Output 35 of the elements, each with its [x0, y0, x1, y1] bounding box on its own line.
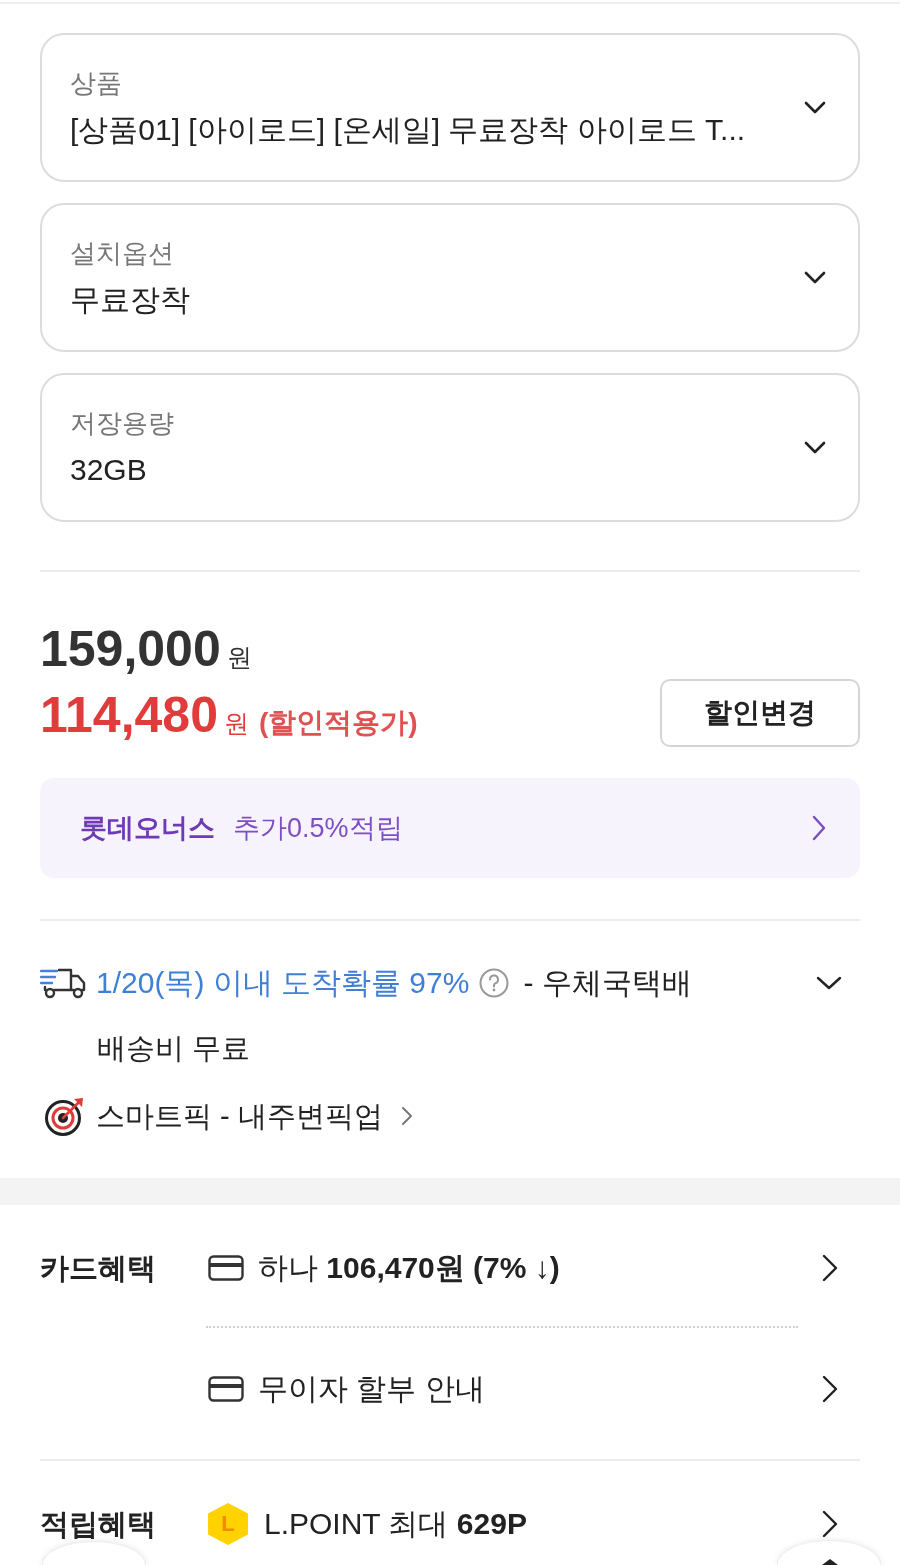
chevron-down-icon [804, 101, 826, 114]
dropdown-field[interactable]: 저장용량 32GB [40, 373, 860, 522]
caret-up-icon [822, 1559, 838, 1565]
currency-unit: 원 [224, 708, 249, 738]
dropdown-field[interactable]: 설치옵션 무료장착 [40, 203, 860, 352]
credit-card-icon [208, 1376, 244, 1402]
chevron-down-icon [804, 441, 826, 454]
pickup-link[interactable]: 스마트픽 - 내주변픽업 [96, 1096, 383, 1136]
sale-price: 114,480 [40, 689, 218, 741]
benefit-link[interactable]: 무이자 할부 안내 [258, 1371, 485, 1407]
chevron-right-icon [822, 1375, 838, 1403]
benefit-link[interactable]: 하나 106,470원 (7% ↓) [258, 1250, 560, 1286]
shipping-fee: 배송비 무료 [97, 1031, 251, 1066]
membership-banner[interactable]: 롯데오너스 추가0.5%적립 [40, 778, 860, 878]
chevron-right-icon [400, 1106, 413, 1126]
discount-note: (할인적용가) [259, 706, 418, 740]
carrier-name: - 우체국택배 [523, 965, 692, 1001]
truck-icon [40, 967, 86, 999]
delivery-estimate: 1/20(목) 이내 도착확률 97% [96, 965, 470, 1001]
target-icon [44, 1095, 86, 1137]
credit-card-icon [208, 1255, 244, 1281]
benefit-link[interactable]: L.POINT 최대 629P [264, 1506, 527, 1542]
dropdown-field[interactable]: 상품 [상품01] [아이로드] [온세일] 무료장착 아이로드 T... [40, 33, 860, 182]
chevron-right-icon [822, 1510, 838, 1538]
lpoint-logo: L [208, 1503, 248, 1545]
benefit-title: 카드혜택 [40, 1251, 156, 1286]
help-icon[interactable] [479, 968, 510, 998]
chevron-right-icon [822, 1254, 838, 1282]
chevron-down-icon[interactable] [816, 976, 842, 990]
benefit-title: 적립혜택 [40, 1507, 156, 1542]
change-discount-button[interactable]: 할인변경 [660, 679, 860, 747]
chevron-right-icon [812, 815, 826, 841]
original-price: 159,000 [40, 623, 221, 675]
chevron-down-icon [804, 271, 826, 284]
currency-unit: 원 [226, 642, 252, 672]
